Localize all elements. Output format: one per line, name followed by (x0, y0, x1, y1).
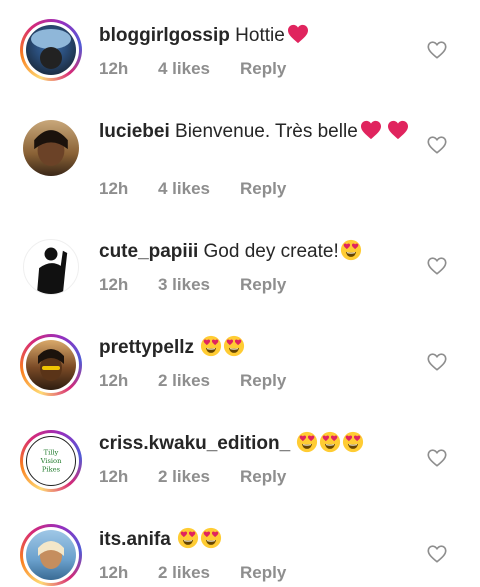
heart-outline-icon[interactable] (426, 351, 448, 373)
avatar[interactable] (20, 117, 82, 179)
red-heart-emoji (387, 120, 409, 140)
comment-username[interactable]: its.anifa (99, 529, 171, 550)
comment-text: prettypellz (99, 335, 420, 361)
avatar-logo: Tilly Vision Pikes (40, 448, 63, 474)
avatar[interactable]: Tilly Vision Pikes (20, 430, 82, 492)
avatar[interactable] (20, 19, 82, 81)
likes-count[interactable]: 2 likes (158, 563, 240, 583)
likes-count[interactable]: 3 likes (158, 275, 240, 295)
comment-username[interactable]: bloggirlgossip (99, 25, 230, 46)
comment-body: Hottie (235, 25, 285, 46)
comment-time: 12h (99, 563, 129, 582)
heart-outline-icon[interactable] (426, 543, 448, 565)
heart-eyes-emoji (342, 431, 364, 453)
comment-text: luciebei Bienvenue. Très belle (99, 119, 420, 145)
likes-count[interactable]: 2 likes (158, 467, 240, 487)
heart-outline-icon[interactable] (426, 39, 448, 61)
comment-text: bloggirlgossip Hottie (99, 23, 420, 49)
reply-button[interactable]: Reply (240, 179, 286, 199)
comment-username[interactable]: criss.kwaku_edition_ (99, 433, 290, 454)
red-heart-emoji (360, 120, 382, 140)
heart-eyes-emoji (200, 335, 222, 357)
heart-eyes-emoji (200, 527, 222, 549)
comment-time: 12h (99, 467, 129, 486)
comment-text: criss.kwaku_edition_ (99, 431, 420, 457)
comment-text: its.anifa (99, 527, 420, 553)
heart-eyes-emoji (223, 335, 245, 357)
comment-time: 12h (99, 371, 129, 390)
comment-body: Bienvenue. Très belle (175, 121, 358, 142)
reply-button[interactable]: Reply (240, 467, 286, 487)
svg-text:Pikes: Pikes (42, 466, 61, 474)
heart-outline-icon[interactable] (426, 255, 448, 277)
reply-button[interactable]: Reply (240, 59, 286, 79)
avatar[interactable] (20, 334, 82, 396)
comment-time: 12h (99, 179, 129, 198)
comment-username[interactable]: cute_papiii (99, 241, 198, 262)
likes-count[interactable]: 2 likes (158, 371, 240, 391)
heart-eyes-emoji (177, 527, 199, 549)
heart-outline-icon[interactable] (426, 447, 448, 469)
svg-text:Vision: Vision (40, 457, 63, 465)
heart-eyes-emoji (296, 431, 318, 453)
reply-button[interactable]: Reply (240, 371, 286, 391)
likes-count[interactable]: 4 likes (158, 179, 240, 199)
comment-body: God dey create! (203, 241, 339, 262)
comment-username[interactable]: luciebei (99, 121, 170, 142)
heart-eyes-emoji (340, 239, 362, 261)
likes-count[interactable]: 4 likes (158, 59, 240, 79)
reply-button[interactable]: Reply (240, 563, 286, 583)
heart-eyes-emoji (319, 431, 341, 453)
red-heart-emoji (287, 24, 309, 44)
avatar[interactable] (20, 524, 82, 586)
comment-time: 12h (99, 59, 129, 78)
comment-time: 12h (99, 275, 129, 294)
svg-text:Tilly: Tilly (44, 448, 59, 456)
avatar[interactable] (20, 236, 82, 298)
comment-username[interactable]: prettypellz (99, 337, 194, 358)
comment-text: cute_papiii God dey create! (99, 239, 420, 265)
heart-outline-icon[interactable] (426, 134, 448, 156)
reply-button[interactable]: Reply (240, 275, 286, 295)
